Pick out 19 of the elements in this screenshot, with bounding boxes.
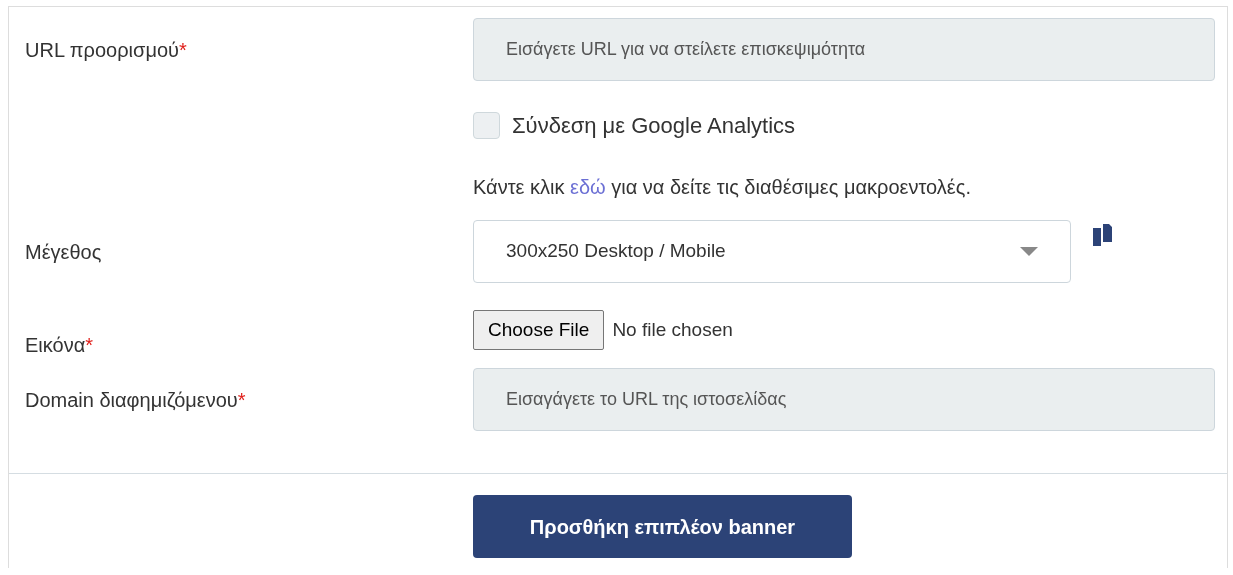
field-label: URL προορισμού xyxy=(25,38,179,61)
add-banner-button[interactable]: Προσθήκη επιπλέον banner xyxy=(473,495,852,558)
file-status: No file chosen xyxy=(612,317,733,342)
checkbox-label: Σύνδεση με Google Analytics xyxy=(512,112,796,140)
required-asterisk: * xyxy=(179,38,187,61)
caret-icon xyxy=(1020,247,1038,256)
domain-input[interactable]: Εισαγάγετε το URL της ιστοσελίδας xyxy=(473,368,1215,431)
field-label: Domain διαφημιζόμενου xyxy=(25,388,238,411)
required-asterisk: * xyxy=(237,388,246,411)
copy-icon[interactable] xyxy=(1093,224,1112,246)
size-select[interactable]: 300x250 Desktop / Mobile xyxy=(473,220,1071,283)
field-label: Μέγεθος xyxy=(25,240,102,263)
required-asterisk: * xyxy=(85,334,94,356)
checkbox[interactable] xyxy=(473,112,500,139)
macros-help-text: Κάντε κλικ εδώ για να δείτε τις διαθέσιμες μακροεντολές. xyxy=(473,176,971,198)
macros-link[interactable]: εδώ xyxy=(570,176,606,198)
url-input[interactable]: Εισάγετε URL για να στείλετε επισκεψιμότητα xyxy=(473,18,1215,81)
field-label: Εικόνα xyxy=(25,334,86,356)
choose-file-button[interactable]: Choose File xyxy=(473,310,605,350)
